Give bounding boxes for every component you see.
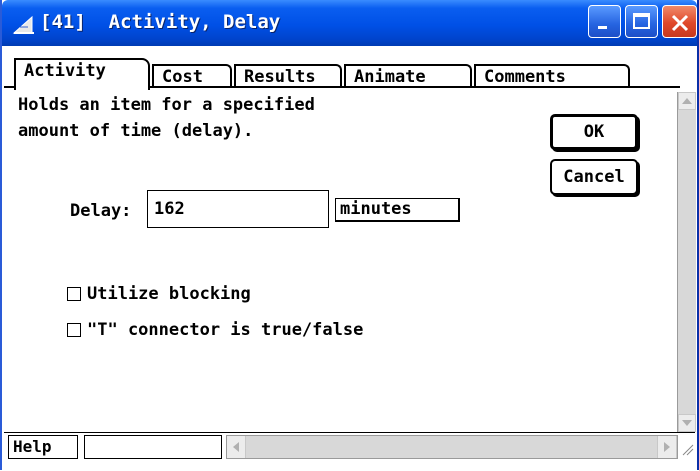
maximize-button[interactable] — [625, 5, 658, 38]
tab-comments[interactable]: Comments — [474, 64, 630, 88]
tab-activity[interactable]: Activity — [14, 58, 150, 90]
help-button[interactable]: Help — [8, 435, 78, 459]
scroll-down-button[interactable] — [678, 414, 696, 432]
close-icon — [671, 14, 689, 32]
bottom-bar: Help — [4, 432, 695, 471]
scroll-up-icon — [682, 98, 692, 104]
status-field — [84, 435, 222, 459]
tab-content: Holds an item for a specified amount of … — [12, 92, 677, 432]
tab-cost[interactable]: Cost — [152, 64, 232, 88]
minimize-button[interactable] — [588, 5, 621, 38]
cancel-button[interactable]: Cancel — [550, 159, 638, 195]
ok-button[interactable]: OK — [550, 114, 638, 150]
checkbox-utilize-blocking[interactable] — [67, 287, 81, 301]
tab-animate[interactable]: Animate — [344, 64, 472, 88]
units-popup[interactable]: minutes — [335, 198, 460, 222]
checkbox-t-connector-label: "T" connector is true/false — [87, 320, 364, 340]
scroll-right-button[interactable] — [657, 436, 677, 458]
dialog-window: [41] Activity, Delay Activity Cost Resul… — [0, 0, 699, 471]
app-icon — [12, 15, 34, 34]
horizontal-scrollbar[interactable] — [226, 435, 678, 459]
scroll-left-button[interactable] — [227, 436, 246, 458]
title-bar[interactable]: [41] Activity, Delay — [2, 0, 697, 46]
window-title: [41] Activity, Delay — [40, 11, 281, 33]
scroll-up-button[interactable] — [678, 92, 696, 110]
delay-label: Delay: — [70, 201, 132, 221]
close-button[interactable] — [662, 5, 697, 38]
checkbox-t-connector[interactable] — [67, 323, 81, 337]
tab-results[interactable]: Results — [234, 64, 342, 88]
scroll-right-icon — [664, 442, 670, 452]
block-description: Holds an item for a specified amount of … — [18, 95, 315, 141]
resize-grip-icon[interactable] — [681, 437, 695, 457]
tab-bar: Activity Cost Results Animate Comments — [4, 58, 695, 90]
maximize-icon — [633, 13, 650, 29]
scroll-down-icon — [682, 420, 692, 426]
checkbox-utilize-blocking-label: Utilize blocking — [87, 284, 251, 304]
delay-input[interactable] — [147, 190, 329, 228]
minimize-icon — [598, 26, 607, 29]
vertical-scrollbar[interactable] — [677, 92, 696, 432]
scroll-left-icon — [233, 442, 239, 452]
